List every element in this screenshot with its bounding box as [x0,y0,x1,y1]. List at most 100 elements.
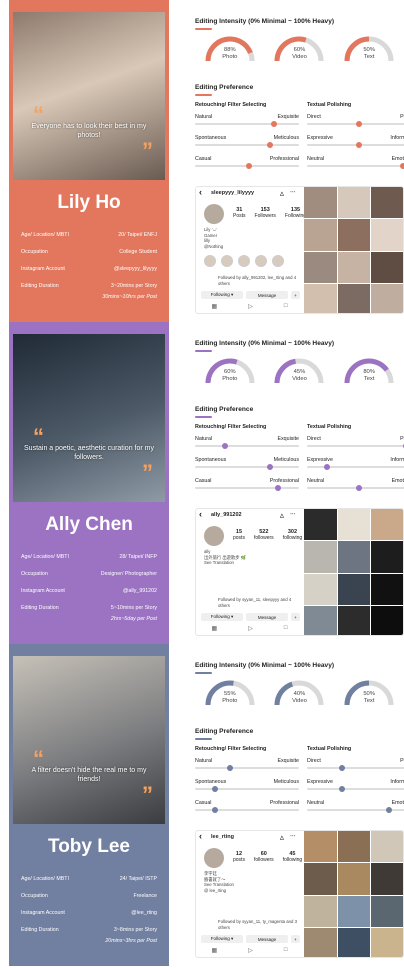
post-thumbnail[interactable] [371,219,403,251]
following-button[interactable]: Following ▾ [201,291,243,299]
slider-knob[interactable] [356,142,362,148]
slider-knob[interactable] [227,765,234,771]
tagged-tab-icon[interactable]: □ [284,303,288,313]
message-button[interactable]: Message [246,291,288,299]
preference-slider[interactable]: Direct Poet [307,758,404,774]
post-thumbnail[interactable] [337,187,371,219]
more-icon[interactable]: ⋯ [290,190,296,196]
post-thumbnail[interactable] [304,573,337,605]
highlight-bubble[interactable] [204,255,216,267]
post-thumbnail[interactable] [304,831,337,863]
post-thumbnail[interactable] [371,927,403,957]
preference-slider[interactable]: Natural Exquisite [195,758,299,774]
grid-tab-icon[interactable]: ▦ [212,303,218,313]
add-person-icon[interactable]: + [291,291,300,299]
post-thumbnail[interactable] [337,605,371,635]
slider-knob[interactable] [386,807,393,813]
back-arrow-icon[interactable]: ‹ [199,831,202,841]
highlight-bubble[interactable] [238,255,250,267]
bell-icon[interactable]: △ [280,513,284,519]
slider-knob[interactable] [266,464,273,470]
post-thumbnail[interactable] [304,219,337,251]
message-button[interactable]: Message [246,613,288,621]
slider-knob[interactable] [400,163,404,169]
tagged-tab-icon[interactable]: □ [284,625,288,635]
post-thumbnail[interactable] [371,573,403,605]
preference-slider[interactable]: Natural Exquisite [195,114,299,130]
post-thumbnail[interactable] [371,605,403,635]
post-thumbnail[interactable] [337,283,371,313]
slider-knob[interactable] [339,765,346,771]
post-thumbnail[interactable] [371,863,403,895]
preference-slider[interactable]: Casual Professional [195,478,299,494]
post-thumbnail[interactable] [304,283,337,313]
preference-slider[interactable]: Spontaneous Meticulous [195,457,299,473]
reels-tab-icon[interactable]: ▷ [248,625,253,635]
preference-slider[interactable]: Natural Exquisite [195,436,299,452]
tagged-tab-icon[interactable]: □ [284,947,288,957]
preference-slider[interactable]: Direct Poet [307,436,404,452]
highlight-bubble[interactable] [255,255,267,267]
more-icon[interactable]: ⋯ [290,512,296,518]
slider-knob[interactable] [356,121,362,127]
post-thumbnail[interactable] [304,187,337,219]
more-icon[interactable]: ⋯ [290,834,296,840]
post-thumbnail[interactable] [371,251,403,283]
highlight-bubble[interactable] [221,255,233,267]
slider-knob[interactable] [323,464,330,470]
preference-slider[interactable]: Spontaneous Meticulous [195,779,299,795]
post-thumbnail[interactable] [371,187,403,219]
post-thumbnail[interactable] [371,283,403,313]
post-thumbnail[interactable] [337,251,371,283]
preference-slider[interactable]: Expressive Informati [307,457,404,473]
slider-knob[interactable] [245,163,252,169]
post-thumbnail[interactable] [337,895,371,927]
message-button[interactable]: Message [246,935,288,943]
preference-slider[interactable]: Expressive Informati [307,779,404,795]
slider-knob[interactable] [339,786,346,792]
slider-knob[interactable] [222,443,229,449]
preference-slider[interactable]: Casual Professional [195,156,299,172]
post-thumbnail[interactable] [304,895,337,927]
slider-knob[interactable] [356,485,362,491]
slider-knob[interactable] [266,142,273,148]
post-thumbnail[interactable] [337,219,371,251]
post-thumbnail[interactable] [304,541,337,573]
preference-slider[interactable]: Expressive Informati [307,135,404,151]
post-thumbnail[interactable] [371,509,403,541]
post-thumbnail[interactable] [304,509,337,541]
following-button[interactable]: Following ▾ [201,935,243,943]
post-thumbnail[interactable] [304,605,337,635]
preference-slider[interactable]: Direct Poet [307,114,404,130]
post-thumbnail[interactable] [371,831,403,863]
post-thumbnail[interactable] [337,541,371,573]
grid-tab-icon[interactable]: ▦ [212,947,218,957]
reels-tab-icon[interactable]: ▷ [248,303,253,313]
preference-slider[interactable]: Neutral Emotion [307,800,404,816]
preference-slider[interactable]: Spontaneous Meticulous [195,135,299,151]
post-thumbnail[interactable] [304,863,337,895]
preference-slider[interactable]: Neutral Emotion [307,478,404,494]
post-thumbnail[interactable] [304,251,337,283]
preference-slider[interactable]: Casual Professional [195,800,299,816]
post-thumbnail[interactable] [337,509,371,541]
slider-knob[interactable] [271,121,278,127]
post-thumbnail[interactable] [371,541,403,573]
bell-icon[interactable]: △ [280,835,284,841]
post-thumbnail[interactable] [337,863,371,895]
back-arrow-icon[interactable]: ‹ [199,187,202,197]
reels-tab-icon[interactable]: ▷ [248,947,253,957]
post-thumbnail[interactable] [337,831,371,863]
post-thumbnail[interactable] [371,895,403,927]
following-button[interactable]: Following ▾ [201,613,243,621]
post-thumbnail[interactable] [337,927,371,957]
add-person-icon[interactable]: + [291,935,300,943]
slider-knob[interactable] [211,786,218,792]
add-person-icon[interactable]: + [291,613,300,621]
slider-knob[interactable] [275,485,282,491]
preference-slider[interactable]: Neutral Emotion [307,156,404,172]
bell-icon[interactable]: △ [280,191,284,197]
grid-tab-icon[interactable]: ▦ [212,625,218,635]
back-arrow-icon[interactable]: ‹ [199,509,202,519]
highlight-bubble[interactable] [272,255,284,267]
